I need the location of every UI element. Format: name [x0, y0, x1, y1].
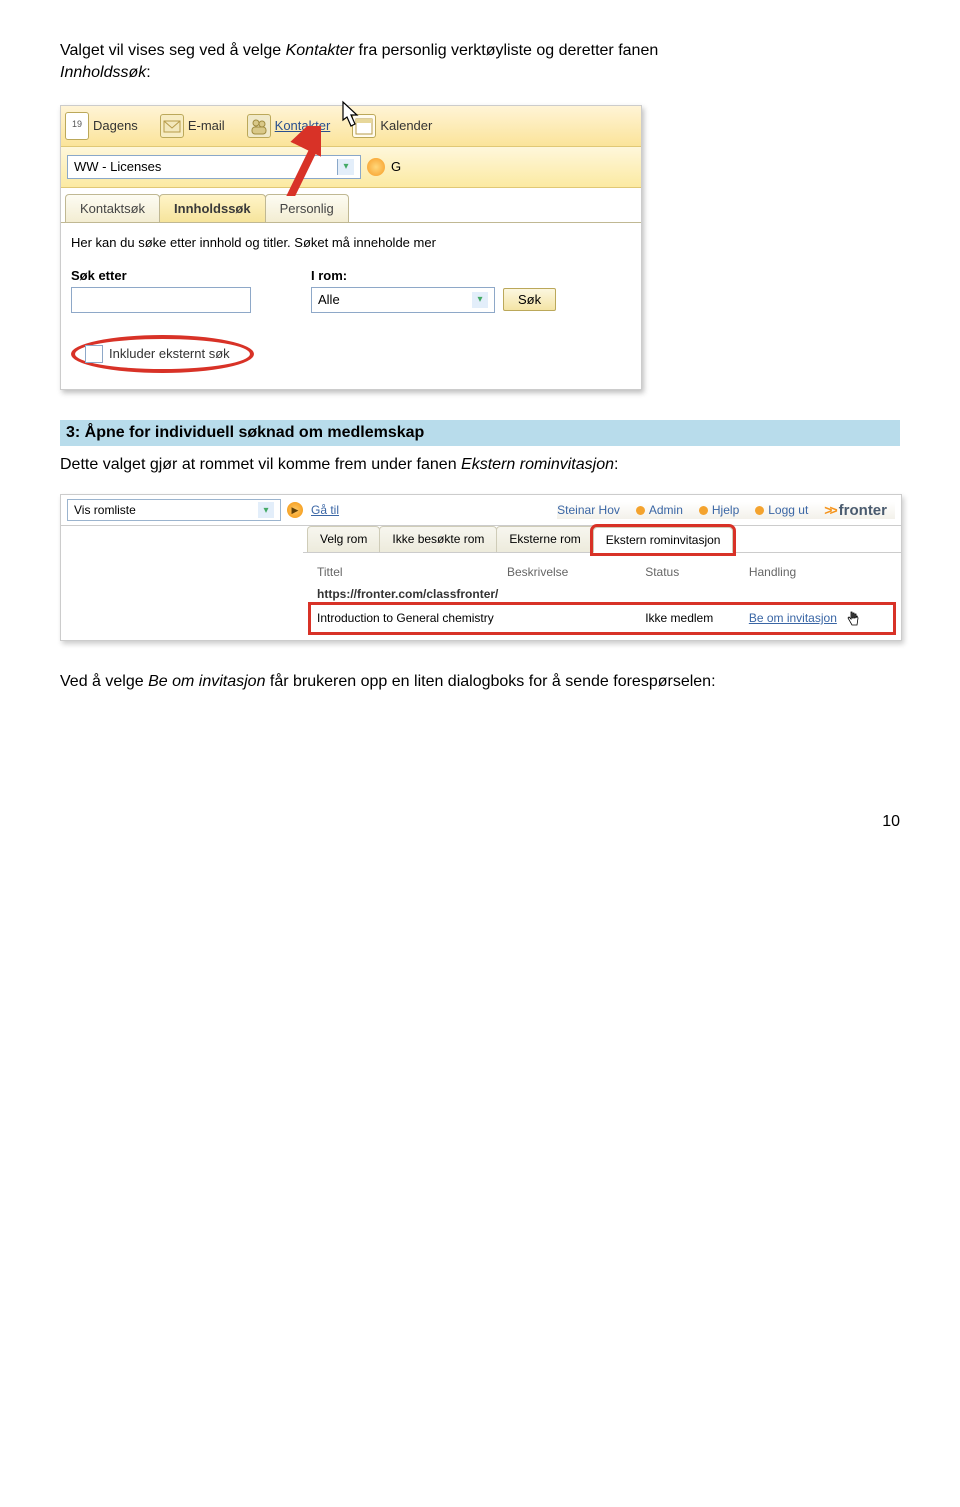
logout-link[interactable]: Logg ut: [755, 503, 808, 517]
toolbar-dagens-label: Dagens: [93, 118, 138, 133]
roomlist-value: Vis romliste: [74, 503, 136, 517]
tab-row-2: Velg rom Ikke besøkte rom Eksterne rom E…: [303, 526, 901, 553]
external-search-checkbox[interactable]: [85, 345, 103, 363]
search-label-right: I rom:: [311, 268, 556, 283]
help-link[interactable]: Hjelp: [699, 503, 739, 517]
para3-em: Be om invitasjon: [148, 673, 265, 690]
admin-link[interactable]: Admin: [636, 503, 683, 517]
screenshot-2: Vis romliste ▾ ▶ Gå til Steinar Hov Admi…: [60, 494, 902, 641]
contacts-icon: [247, 114, 271, 138]
external-search-label: Inkluder eksternt søk: [109, 346, 230, 361]
hand-cursor-icon: [846, 610, 860, 625]
table-wrap: Tittel Beskrivelse Status Handling https…: [303, 553, 901, 640]
search-left-col: Søk etter: [71, 268, 251, 313]
row-status: Ikke medlem: [645, 611, 749, 625]
page-number: 10: [60, 813, 900, 831]
tab-ikke-besokte[interactable]: Ikke besøkte rom: [379, 526, 497, 552]
toolbar-dagens[interactable]: 19 Dagens: [65, 112, 138, 140]
goto-link[interactable]: Gå til: [311, 503, 339, 517]
toolbar-kalender-label: Kalender: [380, 118, 432, 133]
para2-em: Ekstern rominvitasjon: [461, 456, 614, 473]
fronter-logo: >>fronter: [824, 502, 887, 519]
topbar-left: Vis romliste ▾ ▶ Gå til: [67, 499, 339, 521]
para-2: Dette valget gjør at rommet vil komme fr…: [60, 454, 900, 476]
go-icon[interactable]: [367, 158, 385, 176]
calendar-day-icon: 19: [65, 112, 89, 140]
bullet-icon: [636, 506, 645, 515]
search-row: Søk etter I rom: Alle ▾ Søk: [61, 268, 641, 335]
external-search-row: Inkluder eksternt søk: [61, 335, 641, 389]
go-icon[interactable]: ▶: [287, 502, 303, 518]
table-row: Introduction to General chemistry Ikke m…: [311, 605, 893, 632]
col-status: Status: [645, 565, 749, 579]
red-circle-annotation: Inkluder eksternt søk: [71, 335, 254, 373]
tab-innholdssok[interactable]: Innholdssøk: [159, 194, 266, 222]
fronter-topbar: Vis romliste ▾ ▶ Gå til Steinar Hov Admi…: [61, 495, 901, 526]
col-beskrivelse: Beskrivelse: [507, 565, 645, 579]
room-dropdown-value: WW - Licenses: [74, 159, 161, 174]
intro-text-1: Valget vil vises seg ved å velge: [60, 42, 286, 59]
table-header: Tittel Beskrivelse Status Handling: [311, 561, 893, 583]
search-input[interactable]: [71, 287, 251, 313]
chevron-down-icon: ▾: [258, 502, 274, 518]
search-label-left: Søk etter: [71, 268, 251, 283]
tab-ekstern-rominvitasjon[interactable]: Ekstern rominvitasjon: [593, 527, 734, 553]
row-title: Introduction to General chemistry: [317, 611, 507, 625]
red-arrow-annotation: [271, 126, 321, 196]
screenshot-1: 19 Dagens E-mail Kontakter Kalender: [60, 105, 642, 390]
user-name: Steinar Hov: [557, 503, 620, 517]
url-row: https://fronter.com/classfronter/: [311, 583, 893, 605]
help-text: Her kan du søke etter innhold og titler.…: [61, 223, 641, 268]
search-right-col: I rom: Alle ▾ Søk: [311, 268, 556, 313]
toolbar-email[interactable]: E-mail: [160, 114, 225, 138]
topbar-right: Steinar Hov Admin Hjelp Logg ut >>fronte…: [557, 502, 895, 519]
user-link[interactable]: Steinar Hov: [557, 503, 620, 517]
para2-a: Dette valget gjør at rommet vil komme fr…: [60, 456, 461, 473]
room-select[interactable]: Alle ▾: [311, 287, 495, 313]
row-action-cell: Be om invitasjon: [749, 610, 887, 627]
tab-kontaktsok[interactable]: Kontaktsøk: [65, 194, 160, 222]
tab-row-1: Kontaktsøk Innholdssøk Personlig: [61, 188, 641, 223]
mail-icon: [160, 114, 184, 138]
intro-text-3: :: [146, 64, 150, 81]
intro-em-innholdssok: Innholdssøk: [60, 64, 146, 81]
toolbar-email-label: E-mail: [188, 118, 225, 133]
bullet-icon: [699, 506, 708, 515]
tab-personlig[interactable]: Personlig: [265, 194, 349, 222]
intro-em-kontakter: Kontakter: [286, 42, 354, 59]
intro-paragraph: Valget vil vises seg ved å velge Kontakt…: [60, 40, 900, 85]
search-button[interactable]: Søk: [503, 288, 556, 311]
chevron-down-icon: ▾: [472, 292, 488, 308]
col-handling: Handling: [749, 565, 887, 579]
col-tittel: Tittel: [317, 565, 507, 579]
para3-a: Ved å velge: [60, 673, 148, 690]
tab-eksterne-rom[interactable]: Eksterne rom: [496, 526, 593, 552]
intro-text-2: fra personlig verktøyliste og deretter f…: [354, 42, 658, 59]
bullet-icon: [755, 506, 764, 515]
para-3: Ved å velge Be om invitasjon får brukere…: [60, 671, 900, 693]
right-letter: G: [391, 159, 401, 174]
para3-b: får brukeren opp en liten dialogboks for…: [265, 673, 715, 690]
section-heading-3: 3: Åpne for individuell søknad om medlem…: [60, 420, 900, 446]
para2-b: :: [614, 456, 618, 473]
invitation-link[interactable]: Be om invitasjon: [749, 611, 837, 625]
cursor-pointer-icon: [331, 100, 367, 170]
room-select-value: Alle: [318, 292, 340, 307]
top-toolbar: 19 Dagens E-mail Kontakter Kalender: [61, 106, 641, 147]
roomlist-dropdown[interactable]: Vis romliste ▾: [67, 499, 281, 521]
tab-velg-rom[interactable]: Velg rom: [307, 526, 380, 552]
